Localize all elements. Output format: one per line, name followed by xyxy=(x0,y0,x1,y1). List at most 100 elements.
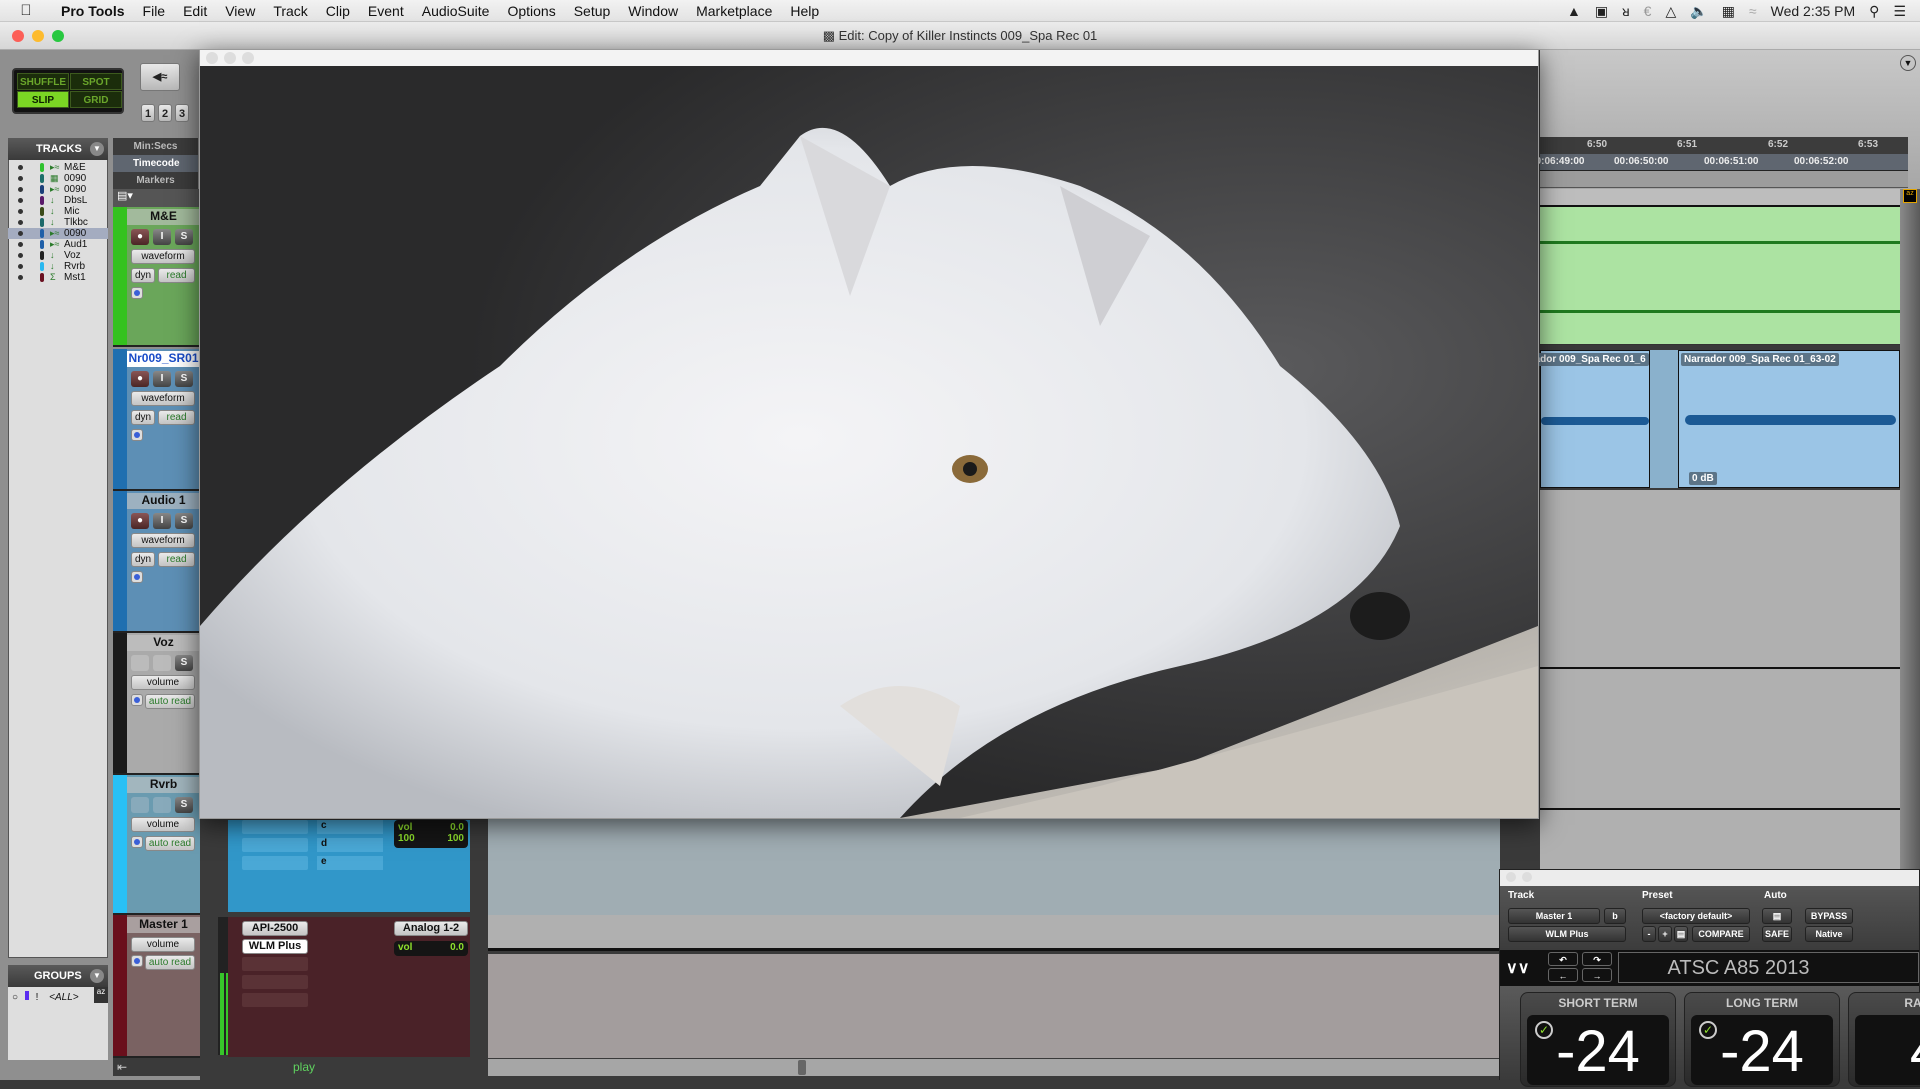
track-channel-selector[interactable]: b xyxy=(1604,908,1626,924)
solo-button[interactable]: S xyxy=(175,229,193,245)
track-show-toggle[interactable] xyxy=(18,209,23,214)
record-enable-button[interactable]: ● xyxy=(131,513,149,529)
menu-options[interactable]: Options xyxy=(498,3,564,19)
track-list-item[interactable]: ▦ 0090 xyxy=(8,173,108,184)
ruler-timecode-label[interactable]: Timecode xyxy=(113,155,198,172)
me-track-lane[interactable] xyxy=(1540,207,1900,345)
output-selector[interactable]: Analog 1-2 xyxy=(394,921,468,936)
track-list-item[interactable]: ↓ Tlkbc xyxy=(8,217,108,228)
send-e[interactable]: e xyxy=(317,856,383,870)
menu-view[interactable]: View xyxy=(216,3,264,19)
menu-file[interactable]: File xyxy=(134,3,175,19)
solo-button[interactable]: S xyxy=(175,655,193,671)
pan-right-value[interactable]: 100 xyxy=(447,833,464,844)
notification-center-icon[interactable]: ☰ xyxy=(1893,3,1906,20)
track-list-item[interactable]: Σ Mst1 xyxy=(8,272,108,283)
display-icon[interactable]: ▣ xyxy=(1595,3,1608,20)
menu-marketplace[interactable]: Marketplace xyxy=(687,3,781,19)
track-view-selector[interactable]: volume xyxy=(131,817,195,832)
group-row[interactable]: ○ ! <ALL> xyxy=(12,991,79,1003)
dyn-button[interactable]: dyn xyxy=(131,410,155,425)
track-show-toggle[interactable] xyxy=(18,264,23,269)
automation-icon[interactable] xyxy=(131,836,143,848)
undo-icon[interactable]: ↶ xyxy=(1548,952,1578,966)
automation-icon[interactable] xyxy=(131,287,143,299)
minimize-window-button[interactable] xyxy=(224,52,236,64)
signature-icon[interactable]: ᴚ xyxy=(1622,3,1630,19)
menu-audiosuite[interactable]: AudioSuite xyxy=(413,3,499,19)
ruler-markers-label[interactable]: Markers xyxy=(113,172,198,189)
track-show-toggle[interactable] xyxy=(18,253,23,258)
preset-selector[interactable]: <factory default> xyxy=(1642,908,1750,924)
group-active-icon[interactable]: ○ xyxy=(12,992,18,1003)
insert-wlm-plus[interactable]: WLM Plus xyxy=(242,939,308,954)
send-slot[interactable] xyxy=(242,820,308,834)
dyn-button[interactable]: dyn xyxy=(131,268,155,283)
ruler-minsecs-label[interactable]: Min:Secs xyxy=(113,138,198,155)
send-c[interactable]: c xyxy=(317,820,383,834)
track-show-toggle[interactable] xyxy=(18,176,23,181)
toolbar-menu-icon[interactable]: ▼ xyxy=(1900,55,1916,71)
zoom-window-button[interactable] xyxy=(52,30,64,42)
rvrb-volume-pan-display[interactable]: vol 0.0 100 100 xyxy=(394,820,468,848)
close-window-button[interactable] xyxy=(206,52,218,64)
calendar-icon[interactable]: ▦ xyxy=(1722,3,1735,20)
spot-mode-button[interactable]: SPOT xyxy=(70,73,122,90)
track-view-selector[interactable]: waveform xyxy=(131,391,195,406)
vlc-icon[interactable]: ▲ xyxy=(1567,3,1581,19)
timecode-ruler[interactable]: 00:06:49:00 00:06:50:00 00:06:51:00 00:0… xyxy=(1530,154,1908,171)
minimize-window-button[interactable] xyxy=(32,30,44,42)
track-show-toggle[interactable] xyxy=(18,242,23,247)
zoom-window-button[interactable] xyxy=(242,52,254,64)
audio-clip[interactable]: Narrador 009_Spa Rec 01_63-02 0 dB xyxy=(1678,350,1900,488)
automation-mode-selector[interactable]: auto read xyxy=(145,694,195,709)
track-show-toggle[interactable] xyxy=(18,220,23,225)
zoom-preset-3[interactable]: 3 xyxy=(175,104,189,122)
track-name[interactable]: M&E xyxy=(127,209,200,225)
zoom-audio-tool-button[interactable]: ◀≈ xyxy=(140,63,180,91)
previous-preset-button[interactable]: - xyxy=(1642,926,1656,942)
solo-button[interactable]: S xyxy=(175,513,193,529)
minimize-window-button[interactable] xyxy=(1522,872,1532,882)
euro-icon[interactable]: € xyxy=(1644,3,1652,19)
automation-mode-selector[interactable]: auto read xyxy=(145,836,195,851)
send-d[interactable]: d xyxy=(317,838,383,852)
menu-help[interactable]: Help xyxy=(781,3,828,19)
automation-mode-selector[interactable]: read xyxy=(158,268,195,283)
track-list-item[interactable]: ▸≈ 0090 xyxy=(8,184,108,195)
wifi-icon[interactable]: ≈ xyxy=(1749,3,1757,19)
track-column-view-icon[interactable]: ▤▾ xyxy=(113,189,200,207)
vertical-scrollbar[interactable]: az xyxy=(1900,189,1920,869)
menu-edit[interactable]: Edit xyxy=(174,3,216,19)
close-window-button[interactable] xyxy=(12,30,24,42)
automation-icon[interactable] xyxy=(131,571,143,583)
markers-ruler[interactable] xyxy=(1540,171,1908,188)
automation-icon[interactable] xyxy=(131,955,143,967)
input-monitor-button[interactable]: I xyxy=(153,229,171,245)
sort-az-icon[interactable]: az xyxy=(1903,189,1917,203)
automation-icon[interactable] xyxy=(131,694,143,706)
send-slot[interactable] xyxy=(242,838,308,852)
track-show-toggle[interactable] xyxy=(18,165,23,170)
volume-icon[interactable]: 🔈 xyxy=(1690,3,1707,20)
grid-mode-button[interactable]: GRID xyxy=(70,91,122,108)
master-volume-display[interactable]: vol 0.0 xyxy=(394,941,468,956)
track-show-toggle[interactable] xyxy=(18,198,23,203)
input-monitor-button[interactable]: I xyxy=(153,513,171,529)
minsecs-ruler[interactable]: 6:50 6:51 6:52 6:53 xyxy=(1540,137,1908,154)
librarian-icon[interactable]: ▤ xyxy=(1674,926,1688,942)
preset-display[interactable]: ATSC A85 2013 xyxy=(1618,952,1919,983)
track-name[interactable]: Rvrb xyxy=(127,777,200,793)
clip-gain[interactable]: 0 dB xyxy=(1689,472,1717,485)
next-preset-button[interactable]: + xyxy=(1658,926,1672,942)
menu-track[interactable]: Track xyxy=(264,3,316,19)
plugin-selector[interactable]: WLM Plus xyxy=(1508,926,1626,942)
send-slot[interactable] xyxy=(242,856,308,870)
track-view-selector[interactable]: volume xyxy=(131,937,195,952)
insert-api-2500[interactable]: API-2500 xyxy=(242,921,308,936)
track-list-item[interactable]: ▸≈ 0090 xyxy=(8,228,108,239)
audio-clip[interactable]: Narrador 009_Spa Rec 01_6 xyxy=(1511,350,1650,488)
track-name[interactable]: Audio 1 xyxy=(127,493,200,509)
go-to-start-icon[interactable]: ⇤ xyxy=(117,1058,127,1076)
dyn-button[interactable]: dyn xyxy=(131,552,155,567)
